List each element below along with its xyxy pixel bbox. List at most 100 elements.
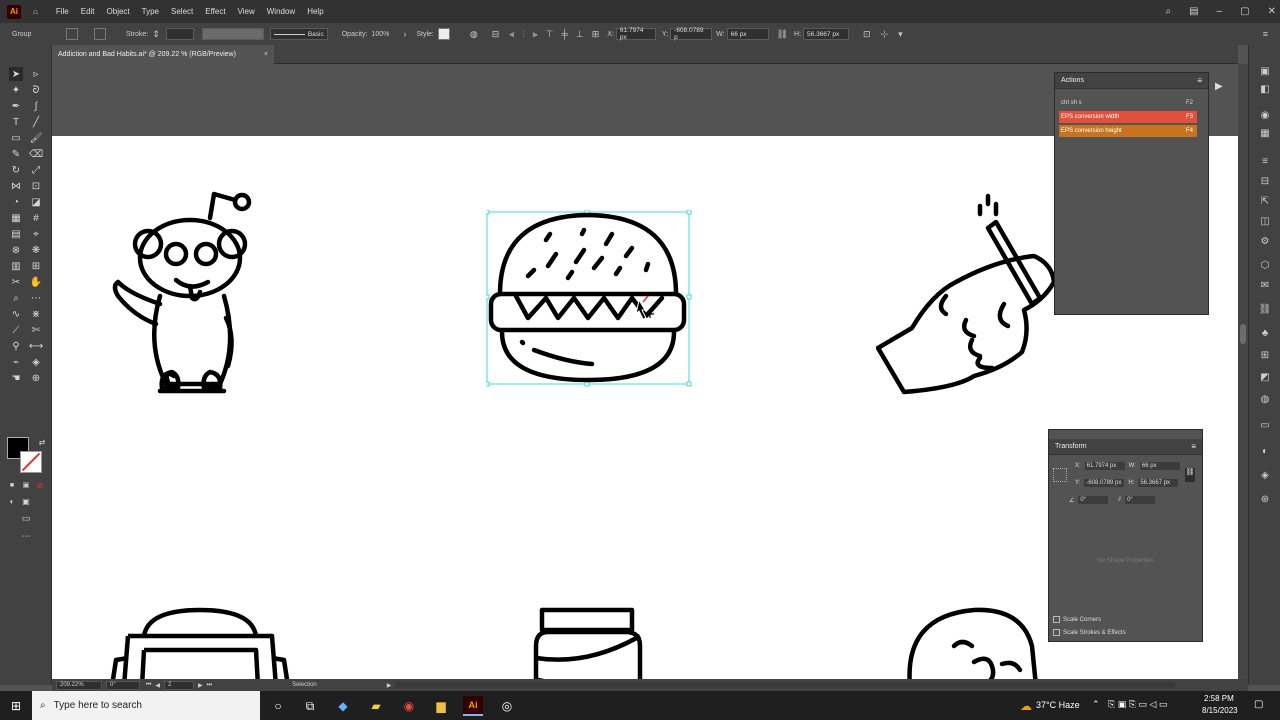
swap-fill-stroke-icon[interactable]: ⇄ (35, 435, 49, 449)
menu-help[interactable]: Help (307, 7, 323, 16)
knife-tool-icon[interactable]: ⟋ (9, 323, 23, 337)
type-tool-icon[interactable]: T (9, 115, 23, 129)
menu-window[interactable]: Window (267, 7, 295, 16)
transform-x-field[interactable]: 61.7974 px (1084, 462, 1125, 470)
stroke-weight-stepper[interactable]: ⇕ (152, 29, 160, 40)
libraries-panel-icon[interactable]: ◧ (1259, 83, 1271, 95)
isolate-group-icon[interactable]: ⊹ (881, 29, 889, 40)
vehicle-illustration[interactable] (108, 606, 292, 679)
menu-type[interactable]: Type (142, 7, 159, 16)
line-tool-icon[interactable]: ╱ (29, 115, 43, 129)
transform-y-field[interactable]: -608.0789 px (1084, 479, 1125, 487)
properties-sliders-icon[interactable]: ⚙ (1259, 235, 1271, 247)
tray-icons[interactable]: ⎘ ▣ ⎘ ▭ ◁ ▭ (1108, 699, 1167, 710)
transform-panel-icon[interactable]: ⊟ (1259, 175, 1271, 187)
action-row-eps-width[interactable]: EPS conversion width F3 (1059, 111, 1197, 123)
clock-time[interactable]: 2:58 PM (1204, 694, 1234, 703)
panel-menu-icon[interactable]: ≡ (1263, 29, 1268, 39)
panel-menu-icon[interactable]: ≡ (1197, 76, 1202, 85)
export-panel-icon[interactable]: ⇱ (1259, 195, 1271, 207)
status-menu-icon[interactable]: ▶ (387, 682, 392, 689)
clock-date[interactable]: 8/15/2023 (1202, 706, 1238, 715)
chevron-right-icon[interactable]: › (403, 29, 406, 39)
x-field[interactable]: 61.7974 px (615, 27, 656, 41)
3d-panel-icon[interactable]: ⬡ (1259, 259, 1271, 271)
mesh-tool-icon[interactable]: # (29, 211, 43, 225)
blend-tool-icon[interactable]: ⊗ (9, 243, 23, 257)
close-window-button[interactable]: ✕ (1268, 6, 1276, 17)
zoom-tool-icon[interactable]: ⌕ (9, 291, 23, 305)
close-tab-icon[interactable]: × (264, 51, 268, 58)
curvature-tool-icon[interactable]: ∫ (29, 99, 43, 113)
w-field[interactable]: 66 px (726, 28, 769, 40)
transform-w-field[interactable]: 66 px (1139, 462, 1180, 470)
pucker-tool-icon[interactable]: ⋇ (29, 307, 43, 321)
edit-toolbar-icon[interactable]: ⋯ (29, 291, 43, 305)
notifications-icon[interactable]: ▢ (1254, 699, 1263, 710)
app-taskbar-icon[interactable]: ◎ (497, 696, 517, 716)
action-row-eps-height[interactable]: EPS conversion height F4 (1059, 125, 1197, 137)
weather-icon[interactable]: ☁ (1016, 696, 1036, 716)
head-illustration[interactable] (902, 606, 1042, 679)
magic-wand-tool-icon[interactable]: ✦ (9, 83, 23, 97)
slice-tool-icon[interactable]: ✂ (9, 275, 23, 289)
opacity-value[interactable]: 100% (371, 31, 389, 38)
stroke-swatch[interactable] (94, 28, 106, 40)
pen-tool-icon[interactable]: ✒ (9, 99, 23, 113)
panel-menu-icon[interactable]: ≡ (1191, 442, 1196, 451)
windows-start-icon[interactable]: ⊞ (6, 696, 26, 716)
scale-tool-icon[interactable]: ⤢ (29, 163, 43, 177)
more-tools-icon[interactable]: ⋯ (19, 529, 33, 543)
graphic-styles-panel-icon[interactable]: ◩ (1259, 371, 1271, 383)
chrome-icon[interactable]: ◉ (399, 696, 419, 716)
taskbar-search[interactable]: ⌕ Type here to search (32, 691, 260, 720)
tray-chevron-icon[interactable]: ⌃ (1092, 699, 1100, 710)
maximize-button[interactable]: ▢ (1240, 6, 1249, 17)
menu-edit[interactable]: Edit (81, 7, 95, 16)
column-graph-tool-icon[interactable]: ▥ (9, 259, 23, 273)
eyedropper-tool-icon[interactable]: ⌖ (29, 227, 43, 241)
stroke-weight-field[interactable] (165, 28, 194, 40)
task-view-icon[interactable]: ⧉ (300, 696, 320, 716)
transform-panel-icon[interactable]: ⊡ (863, 29, 871, 40)
artboard-number-field[interactable]: 2 (164, 680, 195, 690)
menu-view[interactable]: View (238, 7, 255, 16)
appearance-panel-icon[interactable]: ◍ (1259, 393, 1271, 405)
paint-bucket-tool-icon[interactable]: ◈ (29, 355, 43, 369)
scale-strokes-checkbox[interactable] (1053, 629, 1060, 636)
style-swatch[interactable] (437, 28, 450, 40)
rotation-field[interactable]: 0° (106, 680, 140, 690)
measure-tool-icon[interactable]: ⟷ (29, 339, 43, 353)
scissors-tool-icon[interactable]: ✄ (29, 323, 43, 337)
stroke-panel-icon[interactable]: ▭ (1259, 419, 1271, 431)
constrain-proportions-icon[interactable]: ⛓ (1185, 468, 1195, 482)
recolor-artwork-icon[interactable]: ◍ (470, 29, 478, 40)
color-panel-icon[interactable]: ◉ (1259, 109, 1271, 121)
lasso-tool-icon[interactable]: ᘐ (29, 83, 43, 97)
align-center-icon[interactable]: ⫶ (522, 29, 524, 40)
puppet-warp-tool-icon[interactable]: ⚲ (9, 339, 23, 353)
rectangle-tool-icon[interactable]: ▭ (9, 131, 23, 145)
document-tab[interactable]: Addiction and Bad Habits.ai* @ 209.22 % … (52, 45, 274, 64)
file-explorer-icon[interactable]: ▆ (431, 696, 451, 716)
scale-corners-option[interactable]: Scale Corners (1053, 616, 1101, 623)
transform-h-field[interactable]: 56.3667 px (1138, 479, 1179, 487)
sticky-app-icon[interactable]: ▰ (366, 696, 386, 716)
cortana-icon[interactable]: ○ (268, 696, 288, 716)
stroke-color-swatch[interactable] (20, 451, 42, 473)
app-pinned-icon[interactable]: ◆ (333, 696, 353, 716)
vertical-scrollbar-thumb[interactable] (1240, 324, 1246, 344)
mascot-illustration[interactable] (110, 188, 290, 398)
symbol-sprayer-tool-icon[interactable]: ❋ (29, 243, 43, 257)
minimize-button[interactable]: – (1217, 6, 1223, 17)
more-options-icon[interactable]: ▾ (898, 29, 903, 40)
burger-illustration[interactable] (486, 210, 692, 388)
gradient-panel-icon[interactable]: ◐ (1259, 445, 1271, 457)
constrain-proportions-icon[interactable]: ⛓ (777, 29, 788, 40)
layers-panel-icon[interactable]: ◈ (1259, 469, 1271, 481)
gradient-tool-icon[interactable]: ▤ (9, 227, 23, 241)
selection-tool-icon[interactable]: ➤ (9, 67, 23, 81)
menu-object[interactable]: Object (107, 7, 130, 16)
search-icon[interactable]: ⌕ (1166, 6, 1172, 17)
perspective-grid-tool-icon[interactable]: ▦ (9, 211, 23, 225)
